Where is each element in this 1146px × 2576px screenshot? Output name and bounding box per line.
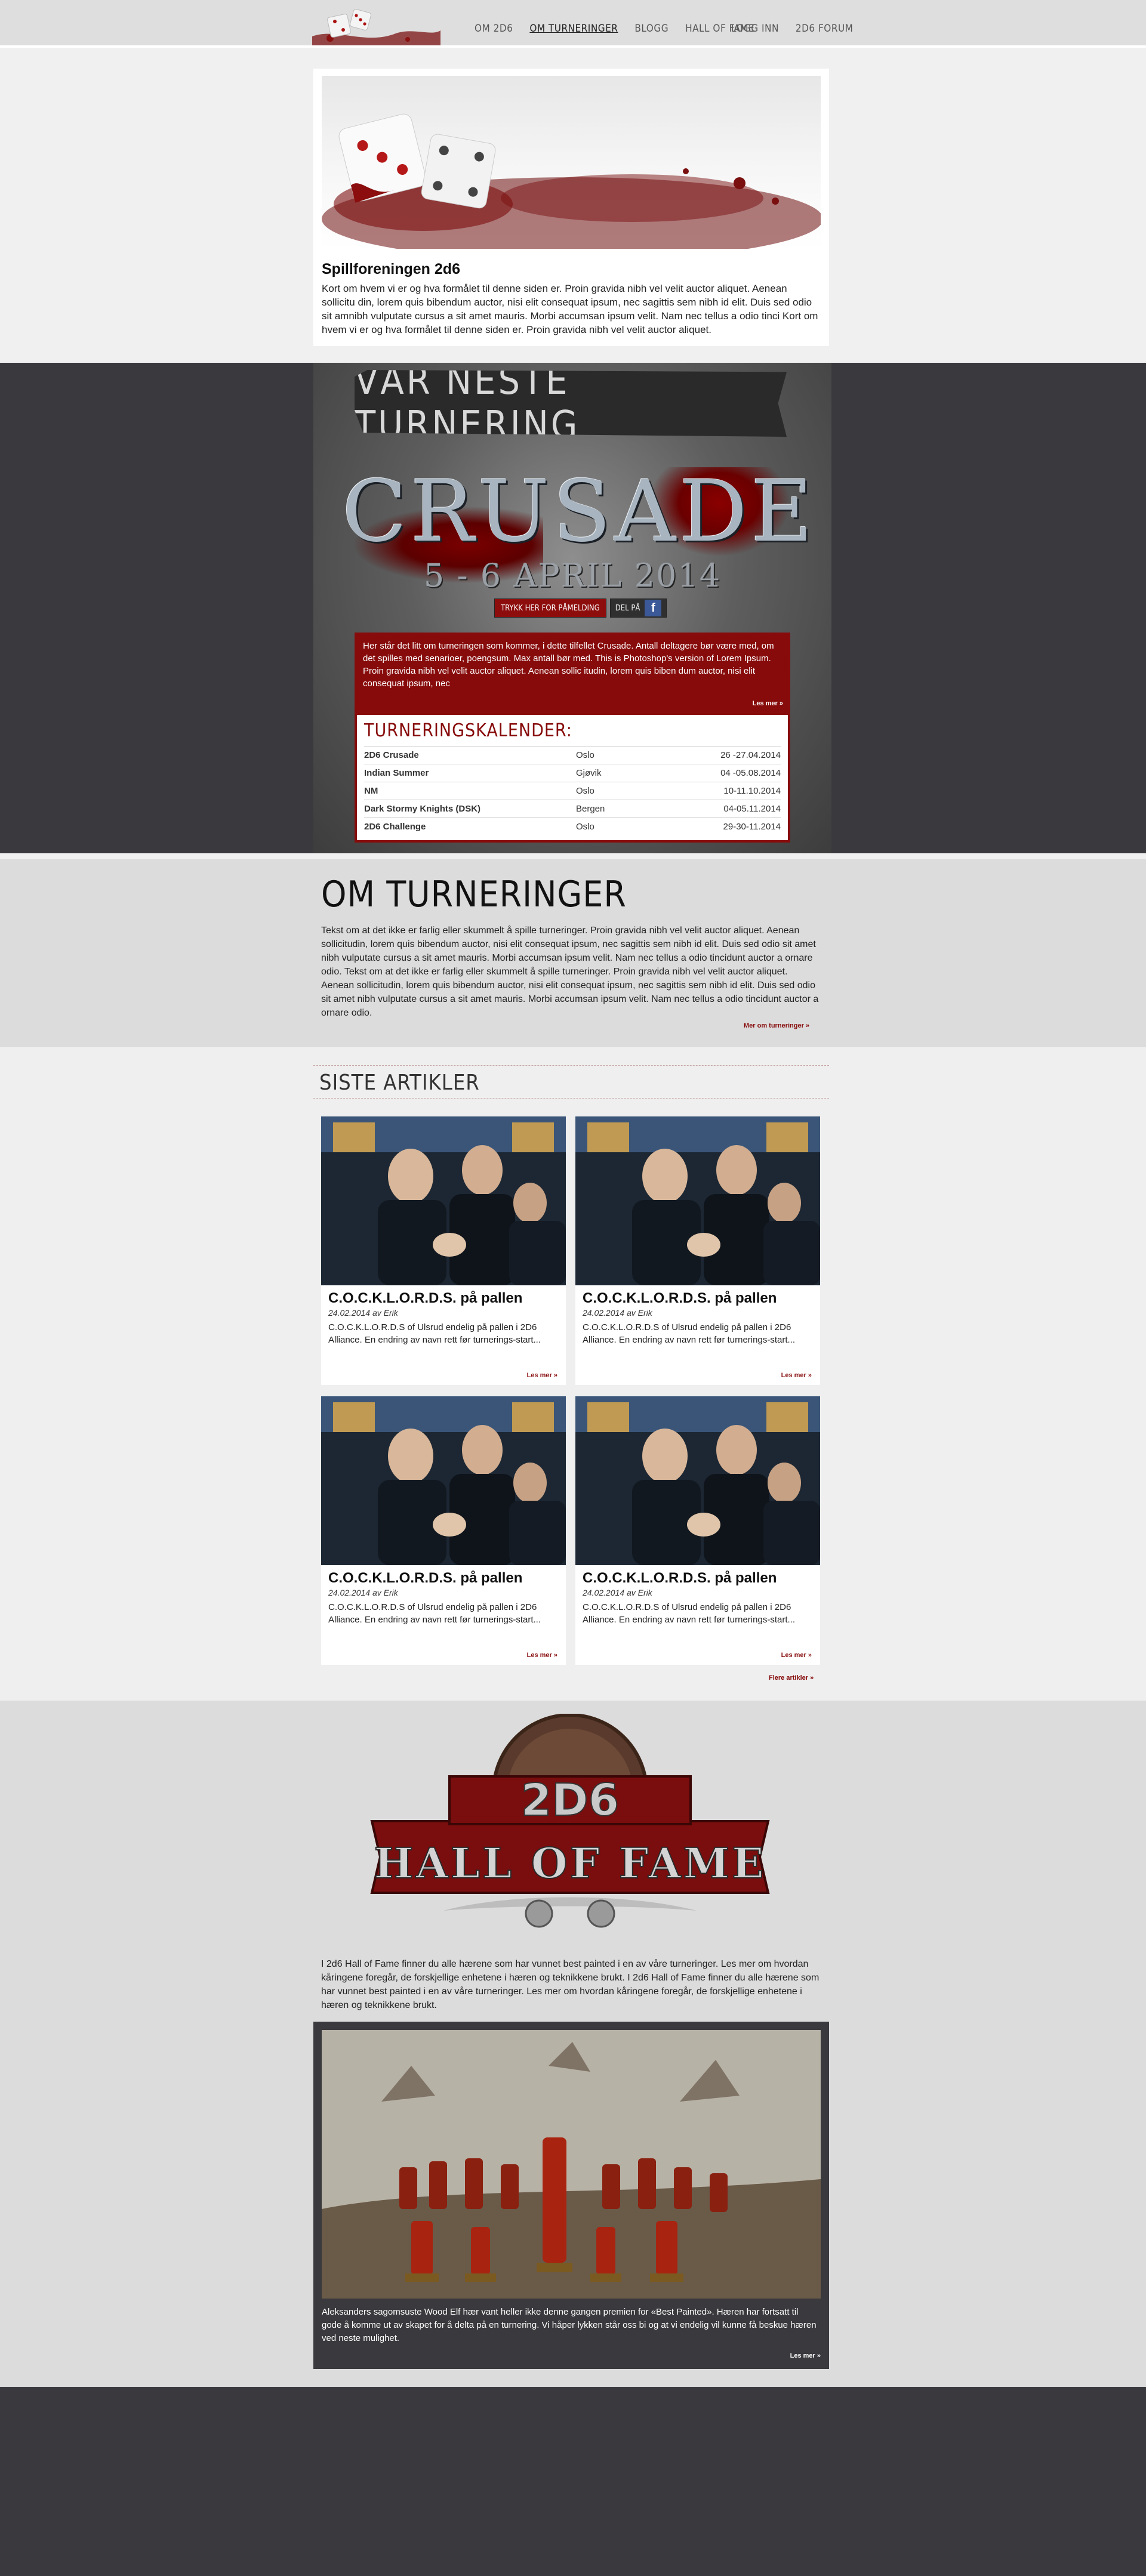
articles-title: SISTE ARTIKLER <box>319 1070 480 1095</box>
about-title: OM TURNERINGER <box>321 874 627 915</box>
hof-read-more[interactable]: Les mer » <box>790 2352 821 2359</box>
article-read-more[interactable]: Les mer » <box>527 1372 557 1379</box>
calendar-date: 26 -27.04.2014 <box>720 750 781 760</box>
calendar-date: 29-30-11.2014 <box>723 822 781 832</box>
hof-caption: Aleksanders sagomsuste Wood Elf hær vant… <box>322 2307 817 2343</box>
hof-logo-bottom: HALL OF FAME <box>374 1838 766 1888</box>
calendar-row[interactable]: 2D6 Crusade Oslo 26 -27.04.2014 <box>364 746 781 764</box>
calendar-row[interactable]: Indian Summer Gjøvik 04 -05.08.2014 <box>364 764 781 782</box>
calendar-event: Dark Stormy Knights (DSK) <box>364 804 481 814</box>
article-card[interactable]: C.O.C.K.L.O.R.D.S. på pallen 24.02.2014 … <box>321 1116 566 1385</box>
event-name: CRUSADE <box>342 462 817 561</box>
tournament-banner-text: VÅR NESTE TURNERING <box>355 359 580 448</box>
article-read-more[interactable]: Les mer » <box>781 1652 812 1659</box>
tournament-read-more[interactable]: Les mer » <box>753 698 783 710</box>
article-title[interactable]: C.O.C.K.L.O.R.D.S. på pallen <box>583 1570 813 1587</box>
article-card[interactable]: C.O.C.K.L.O.R.D.S. på pallen 24.02.2014 … <box>321 1396 566 1665</box>
nav-blogg[interactable]: BLOGG <box>634 23 668 35</box>
article-meta: 24.02.2014 av Erik <box>328 1588 398 1597</box>
nav-om-turneringer[interactable]: OM TURNERINGER <box>529 23 618 35</box>
intro-text: Kort om hvem vi er og hva formålet til d… <box>322 283 818 335</box>
calendar-date: 10-11.10.2014 <box>723 786 781 796</box>
article-title[interactable]: C.O.C.K.L.O.R.D.S. på pallen <box>328 1570 559 1587</box>
calendar-event: Indian Summer <box>364 768 429 778</box>
signup-bar: TRYKK HER FOR PÅMELDING DEL PÅ f <box>494 599 667 618</box>
next-tournament-section: VÅR NESTE TURNERING CRUSADE 5 - 6 APRIL … <box>0 363 1146 853</box>
calendar-row[interactable]: Dark Stormy Knights (DSK) Bergen 04-05.1… <box>364 800 781 817</box>
share-label: DEL PÅ <box>615 603 640 613</box>
article-photo <box>575 1396 820 1565</box>
article-photo <box>575 1116 820 1285</box>
article-excerpt: C.O.C.K.L.O.R.D.S of Ulsrud endelig på p… <box>328 1322 541 1345</box>
miniatures-photo <box>322 2030 821 2299</box>
signup-button[interactable]: TRYKK HER FOR PÅMELDING <box>494 599 606 618</box>
article-excerpt: C.O.C.K.L.O.R.D.S of Ulsrud endelig på p… <box>583 1602 795 1625</box>
more-articles-link[interactable]: Flere artikler » <box>769 1674 814 1682</box>
hof-text: I 2d6 Hall of Fame finner du alle hærene… <box>321 1959 820 2010</box>
calendar-event: 2D6 Challenge <box>364 822 426 832</box>
site-header: OM 2D6 OM TURNERINGER BLOGG HALL OF FAME… <box>0 0 1146 48</box>
calendar-place: Oslo <box>576 750 594 760</box>
article-card[interactable]: C.O.C.K.L.O.R.D.S. på pallen 24.02.2014 … <box>575 1396 820 1665</box>
calendar-row[interactable]: NM Oslo 10-11.10.2014 <box>364 782 781 800</box>
article-meta: 24.02.2014 av Erik <box>583 1588 652 1597</box>
calendar-place: Oslo <box>576 822 594 832</box>
calendar-date: 04-05.11.2014 <box>723 804 781 814</box>
article-excerpt: C.O.C.K.L.O.R.D.S of Ulsrud endelig på p… <box>583 1322 795 1345</box>
nav-forum[interactable]: 2D6 FORUM <box>796 23 853 35</box>
intro-card: Spillforeningen 2d6 Kort om hvem vi er o… <box>313 69 829 346</box>
site-logo[interactable] <box>312 4 440 45</box>
about-read-more[interactable]: Mer om turneringer » <box>744 1022 809 1029</box>
facebook-icon[interactable]: f <box>645 600 662 616</box>
calendar-place: Bergen <box>576 804 605 814</box>
article-photo <box>321 1396 566 1565</box>
latest-articles-section: SISTE ARTIKLER C.O.C.K.L.O.R.D.S. på pal… <box>0 1047 1146 1701</box>
tournament-description-text: Her står det litt om turneringen som kom… <box>363 641 774 689</box>
hall-of-fame-section: 2D6 HALL OF FAME I 2d6 Hall of Fame finn… <box>0 1701 1146 2387</box>
hof-featured-card[interactable]: Aleksanders sagomsuste Wood Elf hær vant… <box>313 2022 829 2369</box>
article-meta: 24.02.2014 av Erik <box>583 1308 652 1318</box>
article-card[interactable]: C.O.C.K.L.O.R.D.S. på pallen 24.02.2014 … <box>575 1116 820 1385</box>
event-date: 5 - 6 APRIL 2014 <box>423 557 722 594</box>
nav-om-2d6[interactable]: OM 2D6 <box>475 23 513 35</box>
article-title[interactable]: C.O.C.K.L.O.R.D.S. på pallen <box>583 1290 813 1307</box>
article-read-more[interactable]: Les mer » <box>527 1652 557 1659</box>
share-button[interactable]: DEL PÅ f <box>609 599 667 618</box>
calendar-place: Oslo <box>576 786 594 796</box>
about-text: Tekst om at det ikke er farlig eller sku… <box>321 925 819 1018</box>
hof-logo-top: 2D6 <box>521 1775 619 1826</box>
site-footer <box>0 2387 1146 2576</box>
tournament-panel: VÅR NESTE TURNERING CRUSADE 5 - 6 APRIL … <box>313 363 831 853</box>
article-excerpt: C.O.C.K.L.O.R.D.S of Ulsrud endelig på p… <box>328 1602 541 1625</box>
calendar-event: NM <box>364 786 378 796</box>
dice-blood-image <box>322 76 821 249</box>
article-meta: 24.02.2014 av Erik <box>328 1308 398 1318</box>
user-nav: LOGG INN 2D6 FORUM <box>731 23 853 35</box>
tournament-calendar: TURNERINGSKALENDER: 2D6 Crusade Oslo 26 … <box>355 715 790 843</box>
calendar-row[interactable]: 2D6 Challenge Oslo 29-30-11.2014 <box>364 817 781 835</box>
about-tournaments-section: OM TURNERINGER Tekst om at det ikke er f… <box>0 859 1146 1047</box>
intro-title: Spillforeningen 2d6 <box>322 261 460 277</box>
article-title[interactable]: C.O.C.K.L.O.R.D.S. på pallen <box>328 1290 559 1307</box>
calendar-place: Gjøvik <box>576 768 602 778</box>
tournament-banner: VÅR NESTE TURNERING <box>355 370 787 437</box>
calendar-date: 04 -05.08.2014 <box>720 768 781 778</box>
articles-header: SISTE ARTIKLER <box>313 1065 829 1099</box>
tournament-description: Her står det litt om turneringen som kom… <box>355 633 790 715</box>
hall-of-fame-logo[interactable]: 2D6 HALL OF FAME <box>354 1714 786 1946</box>
calendar-title: TURNERINGSKALENDER: <box>364 720 572 741</box>
article-read-more[interactable]: Les mer » <box>781 1372 812 1379</box>
nav-logg-inn[interactable]: LOGG INN <box>731 23 779 35</box>
article-photo <box>321 1116 566 1285</box>
calendar-event: 2D6 Crusade <box>364 750 419 760</box>
main-nav: OM 2D6 OM TURNERINGER BLOGG HALL OF FAME <box>475 23 754 35</box>
